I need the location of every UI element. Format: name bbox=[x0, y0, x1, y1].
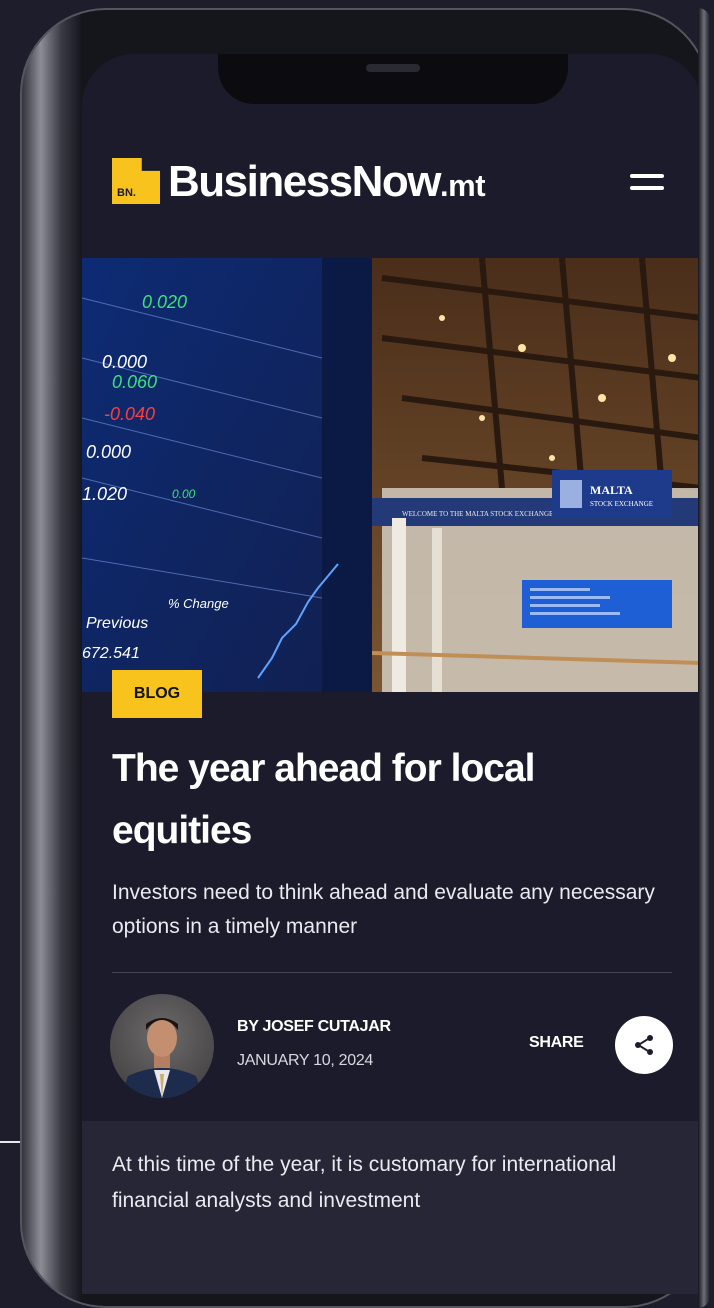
share-label[interactable]: SHARE bbox=[529, 1034, 584, 1052]
article-body: At this time of the year, it is customar… bbox=[82, 1121, 702, 1294]
stock-exchange-photo: WELCOME TO THE MALTA STOCK EXCHANGE MALT… bbox=[82, 258, 702, 692]
phone-notch bbox=[218, 54, 568, 104]
logo-badge-text: BN. bbox=[117, 187, 136, 199]
board-label-previous: Previous bbox=[86, 615, 148, 632]
author-avatar[interactable] bbox=[110, 994, 214, 1098]
board-price: 672.541 bbox=[82, 645, 140, 662]
phone-screen: BN. BusinessNow.mt WELCOME TO THE MALTA … bbox=[82, 54, 702, 1294]
article-body-text: At this time of the year, it is customar… bbox=[112, 1153, 617, 1212]
brand-tld: .mt bbox=[440, 168, 486, 203]
menu-bar bbox=[630, 174, 664, 178]
article-subtitle: Investors need to think ahead and evalua… bbox=[112, 881, 655, 938]
category-tag[interactable]: BLOG bbox=[112, 670, 202, 718]
ticker-value: 0.000 bbox=[102, 352, 147, 372]
menu-bar bbox=[630, 186, 664, 190]
share-icon bbox=[635, 1035, 653, 1055]
exchange-sign-subtitle: STOCK EXCHANGE bbox=[590, 500, 653, 508]
ticker-value: -0.040 bbox=[104, 404, 155, 424]
phone-frame: BN. BusinessNow.mt WELCOME TO THE MALTA … bbox=[20, 8, 710, 1308]
board-label-change: % Change bbox=[168, 596, 229, 611]
author-photo bbox=[120, 1018, 204, 1098]
ticker-value: 1.020 bbox=[82, 484, 127, 504]
site-header: BN. BusinessNow.mt bbox=[82, 154, 702, 214]
ticker-small: 0.00 bbox=[172, 487, 196, 501]
ticker-value: 0.000 bbox=[86, 442, 131, 462]
brand-logo[interactable]: BusinessNow.mt bbox=[168, 154, 486, 214]
ticker-value: 0.020 bbox=[142, 292, 187, 312]
hamburger-menu-icon[interactable] bbox=[630, 174, 664, 194]
publish-date: JANUARY 10, 2024 bbox=[237, 1052, 374, 1069]
welcome-banner: WELCOME TO THE MALTA STOCK EXCHANGE bbox=[402, 510, 553, 518]
hero-image: WELCOME TO THE MALTA STOCK EXCHANGE MALT… bbox=[82, 258, 702, 692]
article-title: The year ahead for local equities bbox=[112, 747, 536, 852]
ticker-value: 0.060 bbox=[112, 372, 157, 392]
exchange-sign-title: MALTA bbox=[590, 483, 633, 497]
divider bbox=[112, 972, 672, 973]
author-name[interactable]: BY JOSEF CUTAJAR bbox=[237, 1018, 391, 1036]
speaker-grille bbox=[366, 64, 420, 72]
share-button[interactable] bbox=[615, 1016, 673, 1074]
logo-mark[interactable]: BN. bbox=[112, 158, 160, 204]
brand-name: BusinessNow bbox=[168, 157, 442, 206]
